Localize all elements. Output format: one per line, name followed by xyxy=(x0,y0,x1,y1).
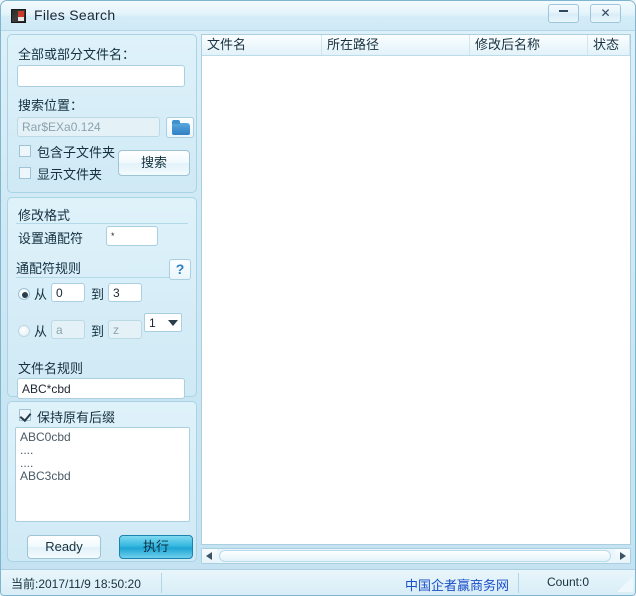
status-count: Count:0 xyxy=(547,575,589,589)
search-group: 全部或部分文件名： 搜索位置： 包含子文件夹 显示文件夹 搜索 xyxy=(7,34,197,193)
status-link[interactable]: 中国企者赢商务网 xyxy=(405,575,509,594)
status-bar: 当前:2017/11/9 18:50:20 中国企者赢商务网 Count:0 xyxy=(1,569,636,595)
wildcard-input[interactable] xyxy=(106,226,158,246)
keep-suffix-checkbox[interactable] xyxy=(19,409,31,421)
listview-column-header[interactable]: 状态 xyxy=(588,35,630,55)
preview-list-item[interactable]: .... xyxy=(20,444,185,457)
chevron-down-icon xyxy=(168,320,178,326)
rule-numeric-to-input[interactable] xyxy=(108,283,142,302)
rule-length-value: 1 xyxy=(149,316,156,330)
rule-alpha-radio[interactable] xyxy=(18,325,30,337)
execute-button[interactable]: 执行 xyxy=(119,535,193,559)
scroll-right-button[interactable] xyxy=(615,549,630,563)
listview-column-header[interactable]: 文件名 xyxy=(202,35,322,55)
left-panel: 全部或部分文件名： 搜索位置： 包含子文件夹 显示文件夹 搜索 修改格式 设置通… xyxy=(7,34,197,562)
results-listview[interactable]: 文件名所在路径修改后名称状态 xyxy=(201,34,631,545)
status-divider-2 xyxy=(518,573,519,593)
close-button[interactable]: ✕ xyxy=(590,4,621,23)
preview-list-item[interactable]: ABC0cbd xyxy=(20,431,185,444)
search-button[interactable]: 搜索 xyxy=(118,150,190,176)
location-input[interactable] xyxy=(17,117,160,137)
keep-suffix-label: 保持原有后缀 xyxy=(37,407,115,426)
rule-length-combo[interactable]: 1 xyxy=(144,313,182,332)
status-divider-1 xyxy=(161,573,162,593)
filename-input[interactable] xyxy=(17,65,185,87)
preview-list[interactable]: ABC0cbd........ABC3cbd xyxy=(15,427,190,522)
include-subfolders-checkbox[interactable] xyxy=(19,145,31,157)
scroll-left-button[interactable] xyxy=(202,549,217,563)
show-folders-label: 显示文件夹 xyxy=(37,164,102,183)
listview-header: 文件名所在路径修改后名称状态 xyxy=(202,35,630,56)
rule-numeric-from-input[interactable] xyxy=(51,283,85,302)
browse-folder-button[interactable] xyxy=(166,117,194,138)
wildcard-help-button[interactable]: ? xyxy=(169,259,191,280)
listview-column-header[interactable]: 所在路径 xyxy=(322,35,470,55)
rule-numeric-radio[interactable] xyxy=(18,288,30,300)
horizontal-scrollbar[interactable] xyxy=(201,548,631,564)
filename-label: 全部或部分文件名： xyxy=(18,44,135,63)
show-folders-checkbox[interactable] xyxy=(19,167,31,179)
listview-column-header[interactable]: 修改后名称 xyxy=(470,35,588,55)
location-label: 搜索位置： xyxy=(18,95,83,114)
rule-numeric-to-label: 到 xyxy=(91,284,104,303)
format-group: 修改格式 设置通配符 通配符规则 从 到 从 到 文件名规则 xyxy=(7,197,197,397)
rule-alpha-from-input[interactable] xyxy=(51,320,85,339)
name-rule-input[interactable] xyxy=(17,378,185,399)
title-bar: Files Search ✕ xyxy=(1,1,636,31)
rule-numeric-from-label: 从 xyxy=(34,284,47,303)
format-section-title: 修改格式 xyxy=(18,205,70,224)
listview-body[interactable] xyxy=(202,56,630,544)
rule-alpha-to-label: 到 xyxy=(91,321,104,340)
ready-button[interactable]: Ready xyxy=(27,535,101,559)
preview-list-item[interactable]: ABC3cbd xyxy=(20,470,185,483)
name-rule-label: 文件名规则 xyxy=(18,358,83,377)
chevron-right-icon xyxy=(620,552,626,560)
app-icon xyxy=(11,9,26,23)
minimize-button[interactable] xyxy=(548,4,579,23)
wildcard-label: 设置通配符 xyxy=(18,228,83,247)
rule-alpha-to-input[interactable] xyxy=(108,320,142,339)
rule-section-title: 通配符规则 xyxy=(16,258,81,277)
status-current-time: 当前:2017/11/9 18:50:20 xyxy=(11,575,141,592)
include-subfolders-label: 包含子文件夹 xyxy=(37,142,115,161)
folder-icon xyxy=(172,123,190,135)
format-divider xyxy=(16,223,188,224)
minimize-icon xyxy=(559,10,568,12)
rule-alpha-from-label: 从 xyxy=(34,321,47,340)
resize-grip[interactable] xyxy=(617,576,633,592)
close-icon: ✕ xyxy=(600,6,610,20)
chevron-left-icon xyxy=(206,552,212,560)
app-window: Files Search ✕ 全部或部分文件名： 搜索位置： 包含子文件夹 显示… xyxy=(0,0,636,596)
window-title: Files Search xyxy=(34,7,115,23)
scrollbar-thumb[interactable] xyxy=(219,550,611,562)
rule-divider xyxy=(16,277,188,278)
